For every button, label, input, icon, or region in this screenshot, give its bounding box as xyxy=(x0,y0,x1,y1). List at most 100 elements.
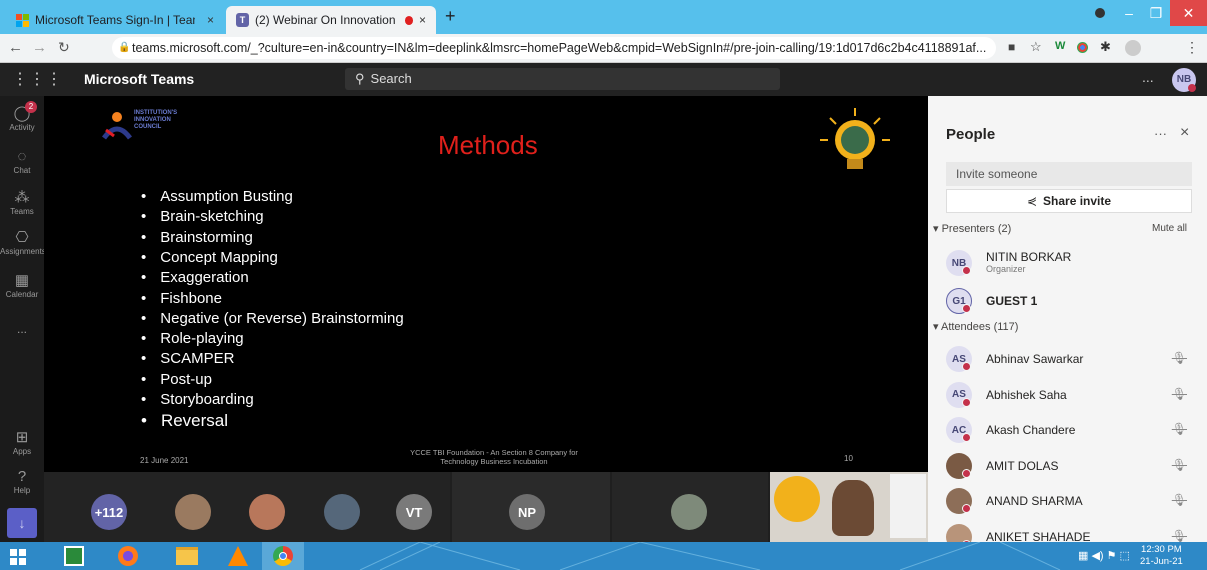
download-icon[interactable]: ↓ xyxy=(7,508,37,538)
bullet-text: SCAMPER xyxy=(160,350,235,368)
mic-muted-icon[interactable]: 🎙︎ xyxy=(1172,387,1187,401)
bullet-dot-icon: • xyxy=(141,208,147,226)
panel-more-icon[interactable]: ··· xyxy=(1154,126,1167,141)
overflow-count-avatar[interactable]: +112 xyxy=(91,494,127,530)
new-tab-button[interactable]: + xyxy=(445,6,456,27)
tab-webinar[interactable]: T (2) Webinar On Innovation a × xyxy=(226,6,436,34)
bullet-dot-icon: • xyxy=(141,248,147,266)
invite-input[interactable]: Invite someone xyxy=(946,162,1192,186)
mic-muted-icon[interactable]: 🎙︎ xyxy=(1172,458,1187,472)
presence-dot xyxy=(962,433,971,442)
rail-activity[interactable]: ◯ 2 Activity xyxy=(0,101,44,132)
attendee-row[interactable]: AC Akash Chandere 🎙︎ xyxy=(928,411,1207,445)
close-window-button[interactable]: ✕ xyxy=(1170,0,1207,26)
extension-w-icon[interactable]: W xyxy=(1055,40,1065,52)
bullet-dot-icon: • xyxy=(141,228,147,246)
assignments-icon: ⎔ xyxy=(15,229,29,246)
bullet-item: • Exaggeration xyxy=(141,269,249,286)
tab-teams-signin[interactable]: Microsoft Teams Sign-In | Teams × xyxy=(6,6,224,34)
bookmark-star-icon[interactable]: ☆ xyxy=(1030,39,1042,55)
presenter-row[interactable]: G1 GUEST 1 xyxy=(928,282,1207,316)
url-field[interactable]: 🔒 teams.microsoft.com/_?culture=en-in&co… xyxy=(112,37,996,59)
attendee-name: Abhishek Saha xyxy=(986,387,1067,402)
attendee-name: Abhinav Sawarkar xyxy=(986,352,1084,366)
back-arrow-icon[interactable]: ← xyxy=(8,39,23,56)
participant-photo-avatar[interactable] xyxy=(175,494,211,530)
search-input[interactable]: ⚲ Search xyxy=(345,68,780,90)
participant-photo-avatar[interactable] xyxy=(249,494,285,530)
bullet-item: • SCAMPER xyxy=(141,350,234,367)
presenter-name: NITIN BORKAR xyxy=(986,250,1072,264)
rail-chat[interactable]: ◌ Chat xyxy=(0,148,44,175)
extensions-puzzle-icon[interactable]: ✱ xyxy=(1100,39,1111,55)
reload-icon[interactable]: ↻ xyxy=(58,39,70,56)
rail-label: Teams xyxy=(10,207,34,216)
rail-label: Help xyxy=(13,486,31,495)
participant-photo-avatar[interactable] xyxy=(671,494,707,530)
close-tab-icon[interactable]: × xyxy=(419,13,426,27)
attendee-row[interactable]: ANAND SHARMA 🎙︎ xyxy=(928,482,1207,516)
slide-title: Methods xyxy=(438,130,538,160)
clock-time: 12:30 PM xyxy=(1141,544,1182,555)
chrome-taskbar-item[interactable] xyxy=(262,542,304,570)
bullet-text: Brainstorming xyxy=(160,228,253,246)
presenter-row[interactable]: NB NITIN BORKAR Organizer xyxy=(928,244,1207,284)
bullet-text: Negative (or Reverse) Brainstorming xyxy=(160,309,404,327)
system-tray-icons[interactable]: ▦ ◀) ⚑ ⬚ xyxy=(1078,549,1130,562)
mic-muted-icon[interactable]: 🎙︎ xyxy=(1172,422,1187,436)
app-launcher-icon[interactable]: ⋮⋮⋮ xyxy=(12,69,63,89)
attendees-header[interactable]: ▾ Attendees (117) xyxy=(933,320,1018,333)
chrome-extension-icon[interactable] xyxy=(1077,42,1088,53)
more-options-icon[interactable]: ... xyxy=(1142,69,1154,85)
bullet-text: Reversal xyxy=(160,411,229,431)
mic-muted-icon[interactable]: 🎙︎ xyxy=(1172,529,1187,543)
tab-label: (2) Webinar On Innovation a xyxy=(254,13,395,27)
lock-icon: 🔒 xyxy=(118,42,131,53)
tbi-lightbulb-logo-icon xyxy=(816,106,894,176)
browser-menu-icon[interactable]: ⋮ xyxy=(1185,39,1199,56)
presenters-header[interactable]: ▾ Presenters (2) xyxy=(933,222,1011,235)
attendee-name: Akash Chandere xyxy=(986,423,1076,437)
bullet-dot-icon: • xyxy=(141,411,147,431)
rail-teams[interactable]: ⁂ Teams xyxy=(0,188,44,216)
rail-label: Activity xyxy=(9,123,35,132)
store-icon[interactable] xyxy=(64,546,84,566)
close-tab-icon[interactable]: × xyxy=(207,13,214,27)
file-explorer-icon[interactable] xyxy=(176,547,198,565)
windows-start-icon[interactable] xyxy=(10,549,26,565)
participant-photo-avatar[interactable] xyxy=(324,494,360,530)
share-icon: ⋞ xyxy=(1026,194,1038,208)
firefox-icon[interactable] xyxy=(118,546,138,566)
mic-muted-icon[interactable]: 🎙︎ xyxy=(1172,493,1187,507)
forward-arrow-icon[interactable]: → xyxy=(32,39,47,56)
attendee-row[interactable]: AS Abhinav Sawarkar 🎙︎ xyxy=(928,340,1207,374)
clock-date: 21-Jun-21 xyxy=(1140,556,1183,567)
rail-apps[interactable]: ⊞ Apps xyxy=(0,428,44,456)
bullet-item: • Negative (or Reverse) Brainstorming xyxy=(141,310,404,327)
share-invite-button[interactable]: ⋞ Share invite xyxy=(946,189,1192,213)
bullet-dot-icon: • xyxy=(141,350,147,368)
attendee-row[interactable]: AS Abhishek Saha 🎙︎ xyxy=(928,376,1207,410)
camera-icon[interactable]: ■ xyxy=(1008,40,1015,54)
minimize-button[interactable]: – xyxy=(1115,0,1143,26)
participant-initials-avatar[interactable]: NP xyxy=(509,494,545,530)
presenters-header-label: Presenters (2) xyxy=(941,223,1012,235)
maximize-button[interactable]: ❐ xyxy=(1143,0,1169,26)
rail-assignments[interactable]: ⎔ Assignments xyxy=(0,228,46,256)
profile-avatar-icon[interactable] xyxy=(1125,40,1141,56)
presence-dot xyxy=(962,266,971,275)
bullet-dot-icon: • xyxy=(141,269,147,287)
slide-page-number: 10 xyxy=(844,454,853,463)
rail-help[interactable]: ? Help xyxy=(0,468,44,495)
attendee-row[interactable]: AMIT DOLAS 🎙︎ xyxy=(928,447,1207,481)
participant-initials-avatar[interactable]: VT xyxy=(396,494,432,530)
panel-close-icon[interactable]: × xyxy=(1180,124,1189,142)
activity-badge: 2 xyxy=(25,101,37,113)
mute-all-button[interactable]: Mute all xyxy=(1152,223,1187,234)
rail-calendar[interactable]: ▦ Calendar xyxy=(0,271,44,299)
profile-indicator-icon[interactable] xyxy=(1085,0,1115,26)
vlc-icon[interactable] xyxy=(228,546,248,566)
system-clock[interactable]: 12:30 PM 21-Jun-21 xyxy=(1140,544,1183,568)
mic-muted-icon[interactable]: 🎙︎ xyxy=(1172,351,1187,365)
rail-more[interactable]: ... xyxy=(0,322,44,336)
